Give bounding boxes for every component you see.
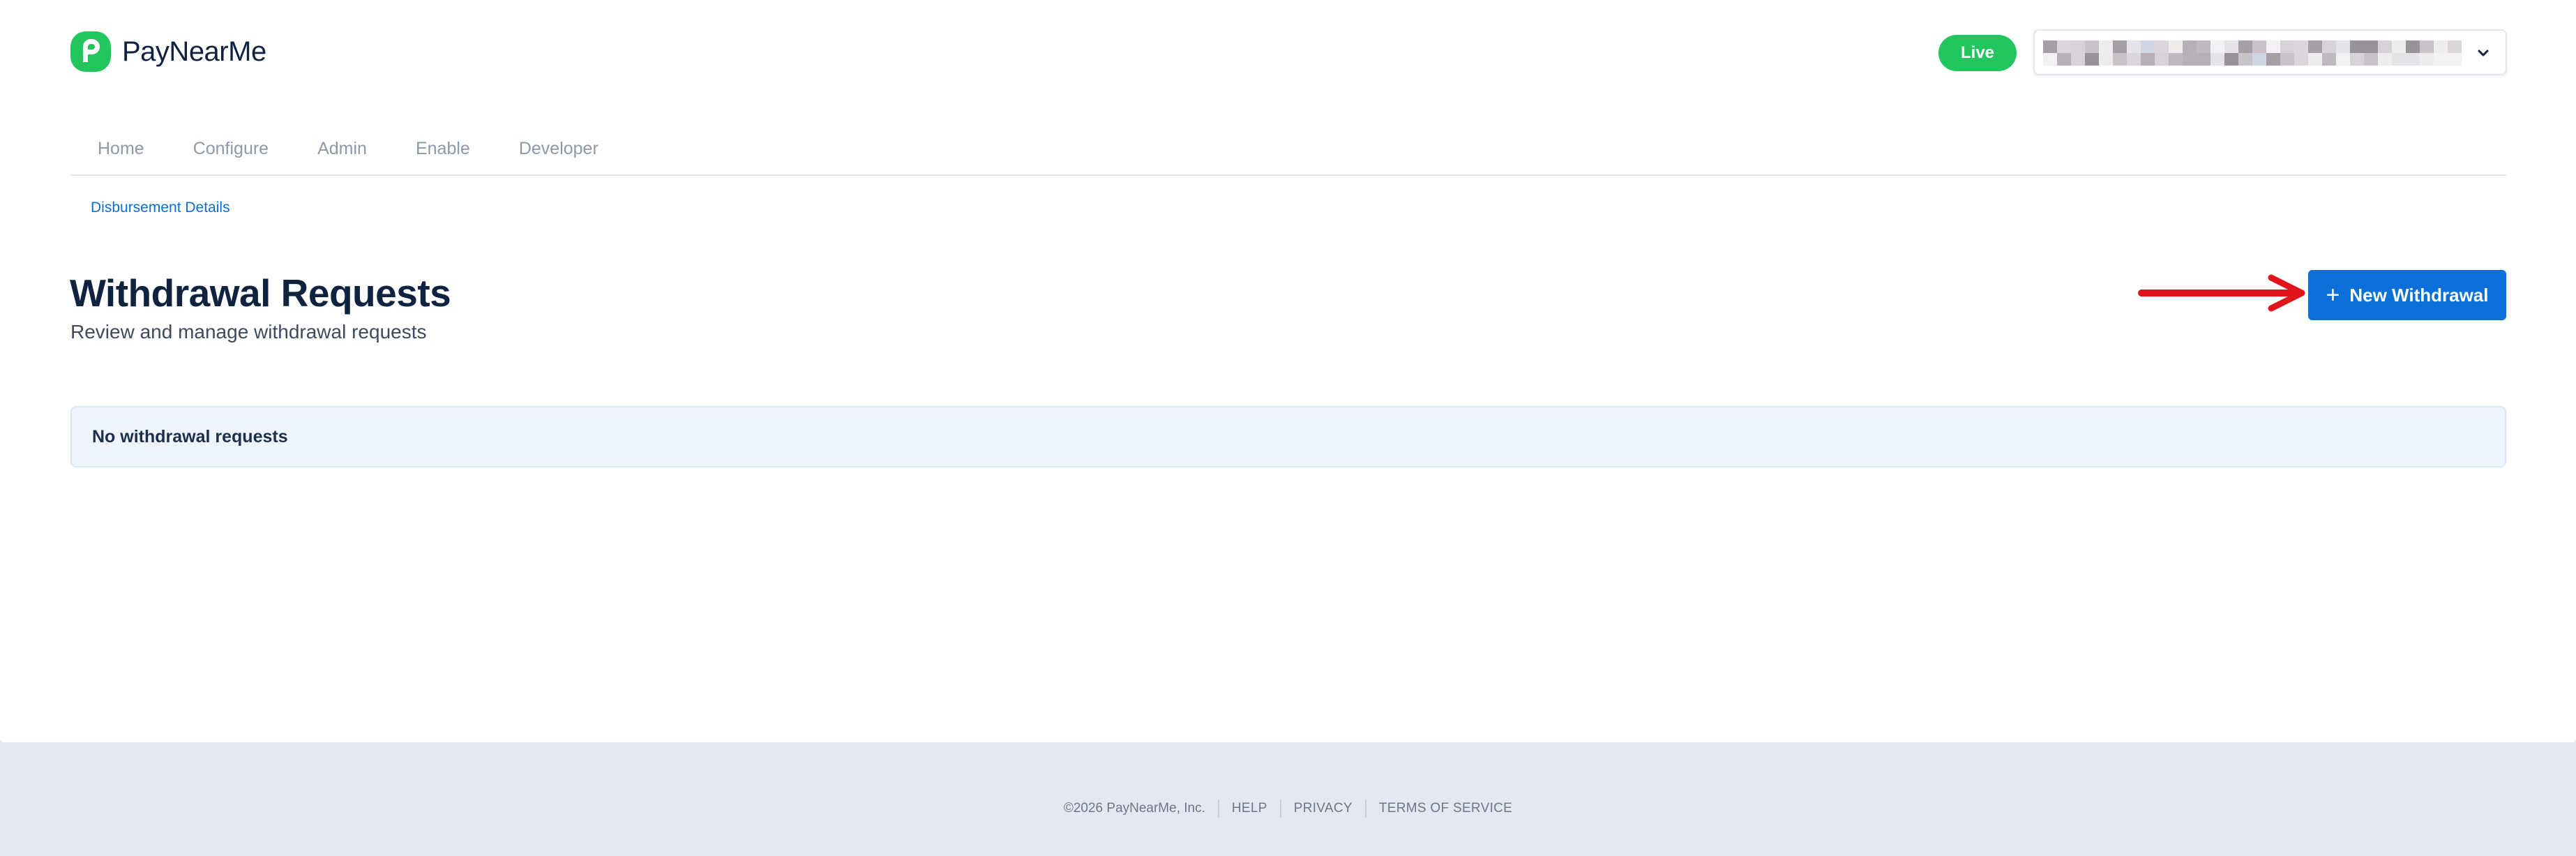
new-withdrawal-button[interactable]: + New Withdrawal xyxy=(2308,270,2506,320)
redacted-pixel xyxy=(2434,53,2448,66)
redacted-pixel xyxy=(2113,53,2127,66)
footer-divider xyxy=(1279,799,1281,818)
redacted-pixel xyxy=(2420,53,2434,66)
redacted-pixel xyxy=(2127,40,2141,53)
nav-item-admin[interactable]: Admin xyxy=(317,135,367,163)
redacted-pixel xyxy=(2448,40,2462,53)
redacted-pixel xyxy=(2252,53,2266,66)
redacted-pixel xyxy=(2197,40,2210,53)
footer-privacy-link[interactable]: PRIVACY xyxy=(1294,801,1353,816)
redacted-pixel xyxy=(2378,53,2392,66)
redacted-pixel xyxy=(2155,40,2169,53)
header: PayNearMe Live xyxy=(70,28,2507,78)
footer-terms-link[interactable]: TERMS OF SERVICE xyxy=(1379,801,1512,816)
page-subtitle: Review and manage withdrawal requests xyxy=(70,321,427,343)
redacted-pixel xyxy=(2197,53,2210,66)
chevron-down-icon xyxy=(2478,50,2489,57)
redacted-pixel xyxy=(2266,53,2280,66)
redacted-pixel xyxy=(2169,53,2183,66)
redacted-pixel xyxy=(2280,53,2294,66)
paynearme-logo-icon xyxy=(70,31,111,72)
redacted-pixel xyxy=(2364,53,2378,66)
redacted-pixel xyxy=(2099,53,2113,66)
page-title: Withdrawal Requests xyxy=(70,271,451,315)
redacted-pixel xyxy=(2127,53,2141,66)
redacted-pixel xyxy=(2043,53,2057,66)
plus-icon: + xyxy=(2326,282,2340,308)
redacted-pixel xyxy=(2071,40,2085,53)
redacted-pixel xyxy=(2350,53,2364,66)
redacted-pixel xyxy=(2057,53,2071,66)
redacted-pixel xyxy=(2448,53,2462,66)
redacted-pixel xyxy=(2336,53,2350,66)
brand-name: PayNearMe xyxy=(122,36,266,67)
account-select[interactable] xyxy=(2033,29,2507,75)
redacted-pixel xyxy=(2392,53,2406,66)
app-window: PayNearMe Live Home Configure Admin Enab… xyxy=(0,0,2576,742)
nav-item-developer[interactable]: Developer xyxy=(519,135,598,163)
redacted-pixel xyxy=(2224,53,2238,66)
redacted-pixel xyxy=(2280,40,2294,53)
redacted-pixel xyxy=(2322,53,2336,66)
redacted-pixel xyxy=(2113,40,2127,53)
redacted-pixel xyxy=(2238,40,2252,53)
redacted-pixel xyxy=(2294,53,2308,66)
redacted-pixel xyxy=(2224,40,2238,53)
logo[interactable]: PayNearMe xyxy=(70,31,266,73)
redacted-pixel xyxy=(2238,53,2252,66)
redacted-pixel xyxy=(2252,40,2266,53)
nav-item-enable[interactable]: Enable xyxy=(416,135,470,163)
redacted-pixel xyxy=(2169,40,2183,53)
redacted-pixel xyxy=(2043,40,2057,53)
redacted-pixel xyxy=(2364,40,2378,53)
redacted-pixel xyxy=(2336,40,2350,53)
redacted-pixel xyxy=(2434,40,2448,53)
red-arrow-annotation-icon xyxy=(2138,274,2305,312)
redacted-pixel xyxy=(2266,40,2280,53)
redacted-pixel xyxy=(2183,53,2197,66)
empty-state-text: No withdrawal requests xyxy=(92,426,288,446)
main-nav: Home Configure Admin Enable Developer xyxy=(70,123,2506,176)
nav-item-configure[interactable]: Configure xyxy=(193,135,269,163)
new-withdrawal-label: New Withdrawal xyxy=(2349,284,2489,306)
redacted-pixel xyxy=(2057,40,2071,53)
redacted-pixel xyxy=(2141,53,2155,66)
nav-item-home[interactable]: Home xyxy=(98,135,144,163)
account-name-redacted xyxy=(2043,40,2462,66)
redacted-pixel xyxy=(2308,53,2322,66)
redacted-pixel xyxy=(2085,40,2099,53)
redacted-pixel xyxy=(2294,40,2308,53)
empty-state: No withdrawal requests xyxy=(70,406,2506,467)
redacted-pixel xyxy=(2420,40,2434,53)
redacted-pixel xyxy=(2322,40,2336,53)
footer-copyright: ©2026 PayNearMe, Inc. xyxy=(1063,800,1205,816)
redacted-pixel xyxy=(2071,53,2085,66)
redacted-pixel xyxy=(2308,40,2322,53)
redacted-pixel xyxy=(2350,40,2364,53)
live-status-badge: Live xyxy=(1938,35,2017,71)
redacted-pixel xyxy=(2183,40,2197,53)
redacted-pixel xyxy=(2210,40,2224,53)
footer-divider xyxy=(1217,799,1219,818)
footer-help-link[interactable]: HELP xyxy=(1232,801,1267,816)
redacted-pixel xyxy=(2141,40,2155,53)
redacted-pixel xyxy=(2085,53,2099,66)
redacted-pixel xyxy=(2406,40,2420,53)
footer: ©2026 PayNearMe, Inc. HELP PRIVACY TERMS… xyxy=(0,742,2576,856)
footer-divider xyxy=(1364,799,1366,818)
redacted-pixel xyxy=(2210,53,2224,66)
redacted-pixel xyxy=(2378,40,2392,53)
redacted-pixel xyxy=(2099,40,2113,53)
redacted-pixel xyxy=(2155,53,2169,66)
redacted-pixel xyxy=(2392,40,2406,53)
disbursement-details-link[interactable]: Disbursement Details xyxy=(91,200,230,216)
redacted-pixel xyxy=(2406,53,2420,66)
